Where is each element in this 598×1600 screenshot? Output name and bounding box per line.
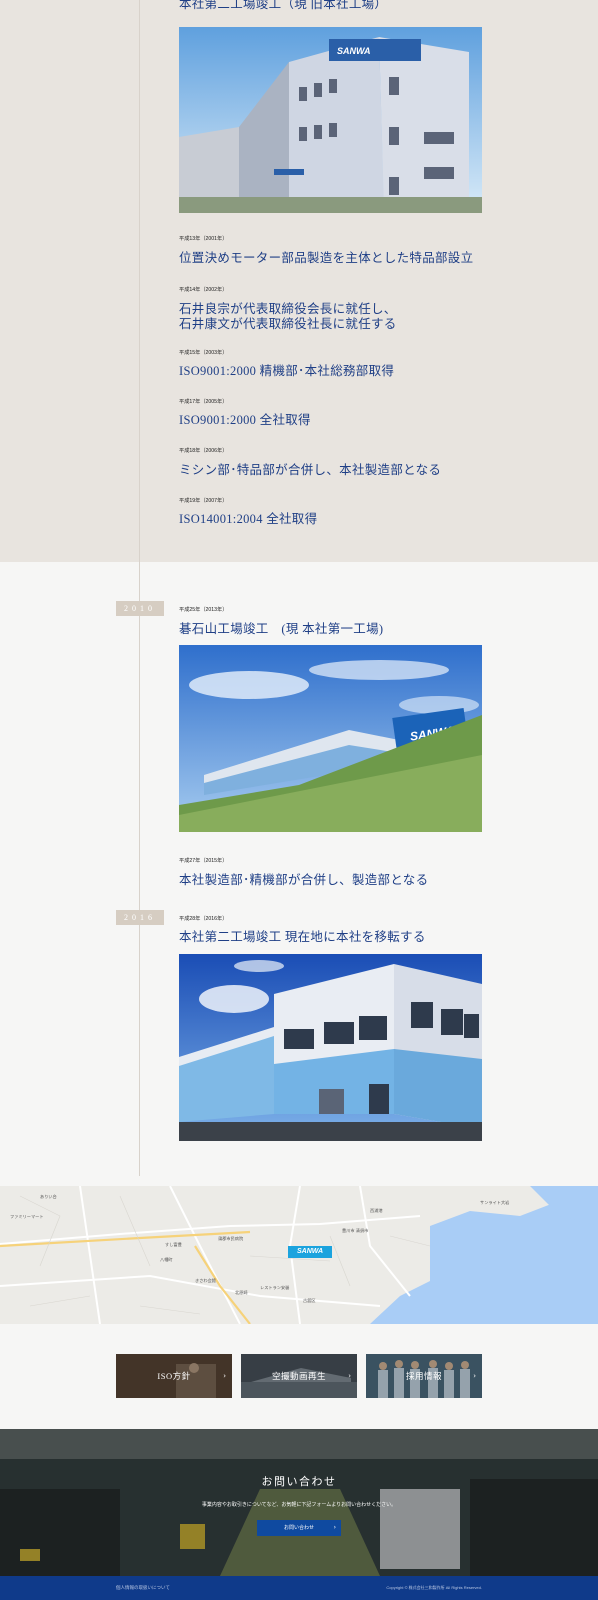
link-banners: ISO方針 › 空撮動画再生 › 採用情報 › [0,1324,598,1429]
banner-label: 空撮動画再生 [271,1371,326,1381]
map-label: きさわ会館 [195,1278,216,1283]
entry-title: ISO9001:2000 精機部･本社総務部取得 [179,364,395,378]
footer: 個人情報の取扱いについて Copyright © 株式会社三和製作所 All R… [0,1576,598,1600]
entry-date: 平成14年（2002年） [179,287,228,293]
iso-policy-banner[interactable]: ISO方針 › [116,1354,232,1398]
entry-date: 平成27年（2015年） [179,858,228,864]
entry-title: ISO14001:2004 全社取得 [179,512,318,526]
entry-date: 平成28年（2016年） [179,916,228,922]
contact-button-label: お問い合わせ [283,1525,314,1531]
map-label: すし富豊 [165,1242,182,1247]
map-label: 古舘区 [303,1298,316,1303]
banner-label: ISO方針 [157,1371,191,1381]
map-label: 蒲郡市民病院 [218,1236,244,1241]
chevron-right-icon: › [348,1372,351,1380]
map-label: ありい台 [40,1194,57,1199]
contact-button[interactable]: お問い合わせ › [257,1520,341,1536]
contact-description: 事業内容やお取引きについてなど、お気軽に下記フォームよりお問い合わせください。 [201,1502,397,1508]
contact-title: お問い合わせ [261,1476,337,1488]
map-pin[interactable]: SANWA [288,1246,332,1258]
banner-label: 採用情報 [405,1371,442,1381]
decade-badge-2016: 2016 [116,910,164,925]
map-label: サンライト大岩 [480,1200,510,1205]
map-label: レストラン安曇 [260,1285,290,1290]
contact-section: お問い合わせ 事業内容やお取引きについてなど、お気軽に下記フォームよりお問い合わ… [0,1429,598,1576]
entry-title: 碁石山工場竣工 (現 本社第一工場) [179,622,384,636]
entry-title: 本社製造部･精機部が合併し、製造部となる [179,873,429,887]
entry-title: ISO9001:2000 全社取得 [179,413,311,427]
factory-photo-new-main [179,954,482,1141]
entry-date: 平成25年（2013年） [179,607,228,613]
entry-title: 本社第二工場竣工（現 旧本社工場） [179,0,388,11]
factory-photo-goishiyama: SANWA [179,645,482,832]
chevron-right-icon: › [473,1372,476,1380]
map-label: 西浦港 [370,1208,383,1213]
copyright: Copyright © 株式会社三和製作所 All Rights Reserve… [386,1585,482,1590]
entry-date: 平成18年（2006年） [179,448,228,454]
map-label: 豊川市 清須市 [342,1228,369,1233]
entry-date: 平成17年（2005年） [179,399,228,405]
sign-text: SANWA [337,46,371,56]
entry-date: 平成15年（2003年） [179,350,228,356]
entry-title: 本社第二工場竣工 現在地に本社を移転する [179,930,426,944]
entry-date: 平成13年（2001年） [179,236,228,242]
recruitment-banner[interactable]: 採用情報 › [366,1354,482,1398]
chevron-right-icon: › [333,1524,336,1531]
timeline-line [139,0,140,1176]
entry-title: 石井良宗が代表取締役会長に就任し、 石井康文が代表取締役社長に就任する [179,302,397,331]
map-label: ファミリーマート [10,1214,44,1219]
entry-title: ミシン部･特品部が合併し、本社製造部となる [179,463,442,477]
factory-photo-old-main: SANWA [179,27,482,213]
aerial-video-banner[interactable]: 空撮動画再生 › [241,1354,357,1398]
decade-badge-2010: 2010 [116,601,164,616]
entry-date: 平成19年（2007年） [179,498,228,504]
chevron-right-icon: › [223,1372,226,1380]
privacy-policy-link[interactable]: 個人情報の取扱いについて [116,1585,170,1591]
entry-title: 位置決めモーター部品製造を主体とした特品部設立 [179,251,474,265]
map-label: 八幡町 [160,1257,173,1262]
map-label: 北原崎 [235,1290,248,1295]
